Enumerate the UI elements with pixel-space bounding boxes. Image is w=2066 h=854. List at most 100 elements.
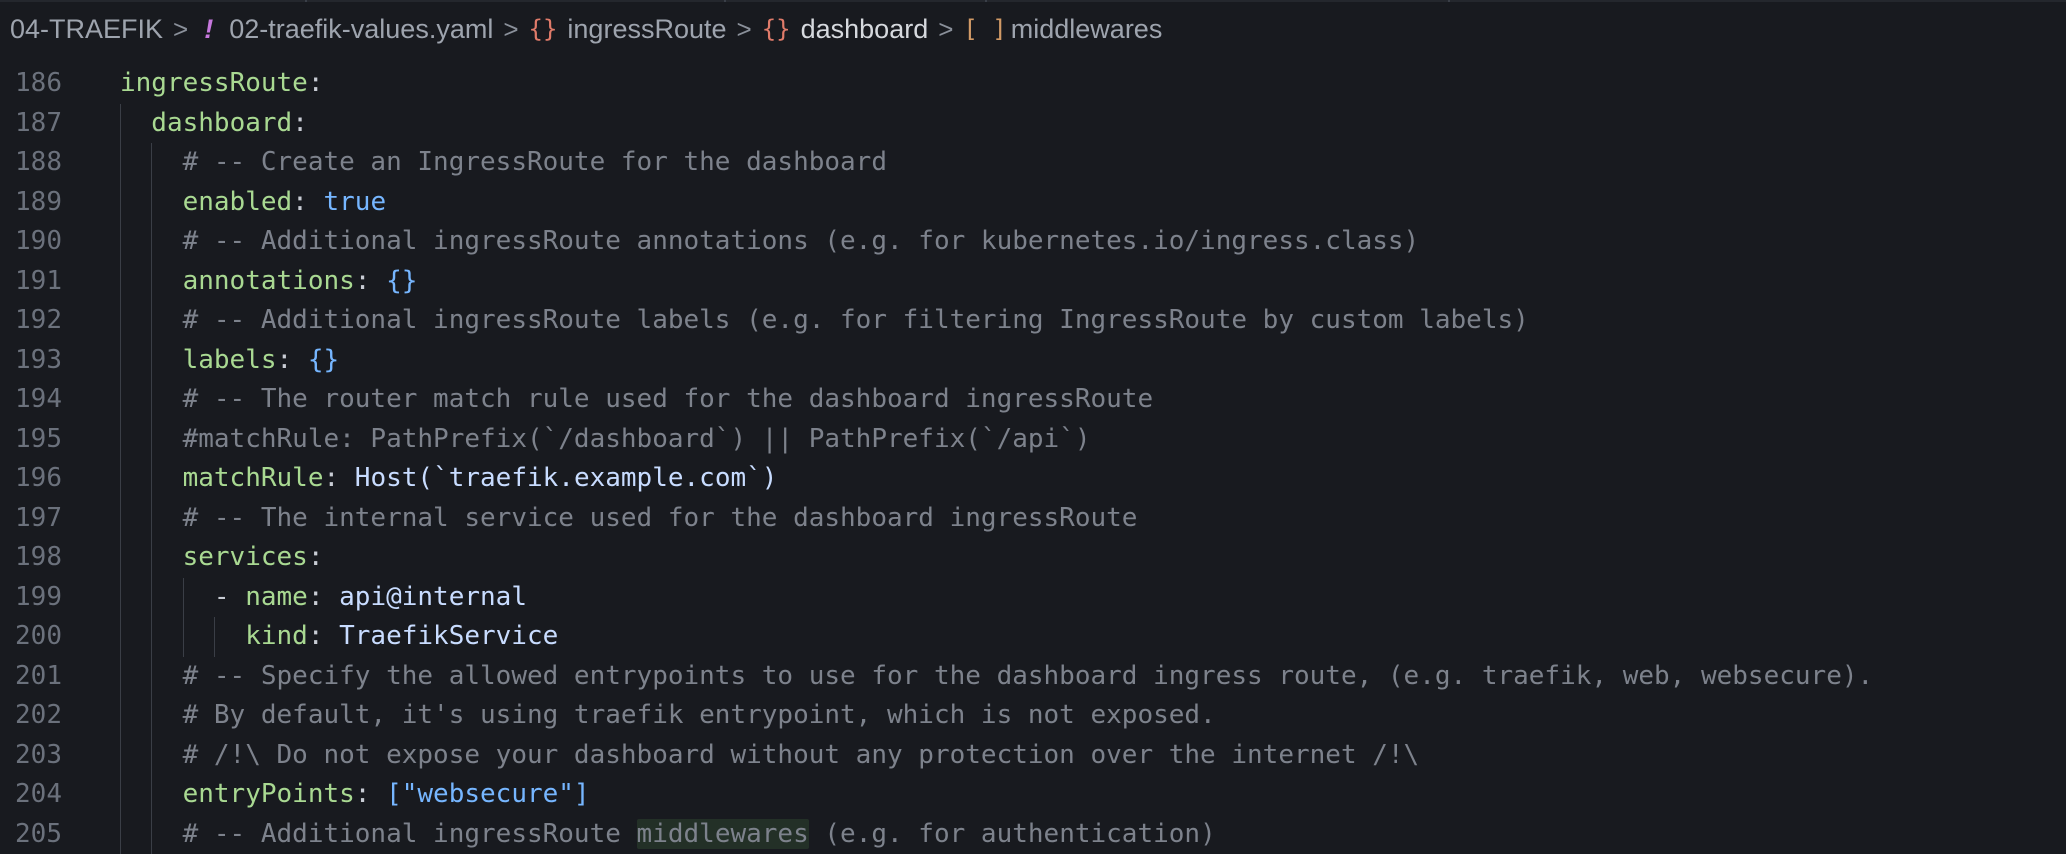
- indent-guide: [120, 459, 121, 499]
- token: # -- Additional ingressRoute labels (e.g…: [183, 305, 1529, 335]
- indent-guide: [120, 222, 121, 262]
- line-number: 197: [0, 499, 62, 539]
- breadcrumb-label: middlewares: [1011, 14, 1163, 45]
- indent-guide: [151, 183, 152, 223]
- line-number: 196: [0, 459, 62, 499]
- code-text: #matchRule: PathPrefix(`/dashboard`) || …: [183, 420, 1091, 460]
- code-line[interactable]: 187 dashboard:: [0, 104, 2066, 144]
- line-number: 204: [0, 775, 62, 815]
- indent-guide: [120, 183, 121, 223]
- line-number: 194: [0, 380, 62, 420]
- token: api@internal: [339, 582, 527, 612]
- object-icon: {}: [762, 15, 791, 43]
- line-number: 192: [0, 301, 62, 341]
- token: :: [355, 266, 386, 296]
- indent-guide: [151, 341, 152, 381]
- code-text: matchRule: Host(`traefik.example.com`): [183, 459, 778, 499]
- token: annotations: [183, 266, 355, 296]
- token: # -- The internal service used for the d…: [183, 503, 1138, 533]
- token: # -- Specify the allowed entrypoints to …: [183, 661, 1874, 691]
- token: :: [308, 582, 339, 612]
- indent-guide: [120, 499, 121, 539]
- indent-guide: [151, 262, 152, 302]
- indent-guide: [151, 696, 152, 736]
- token: Host(`traefik.example.com`): [355, 463, 778, 493]
- code-editor[interactable]: 186ingressRoute:187dashboard:188# -- Cre…: [0, 64, 2066, 854]
- indent-guide: [151, 459, 152, 499]
- indent-guide: [183, 617, 184, 657]
- code-line[interactable]: 203 # /!\ Do not expose your dashboard wi…: [0, 736, 2066, 776]
- code-text: # -- The router match rule used for the …: [183, 380, 1154, 420]
- code-line[interactable]: 196 matchRule: Host(`traefik.example.com`…: [0, 459, 2066, 499]
- token: (e.g. for authentication): [809, 819, 1216, 849]
- token: # -- Additional ingressRoute annotations…: [183, 226, 1420, 256]
- code-text: ingressRoute:: [120, 64, 324, 104]
- code-line[interactable]: 199- name: api@internal: [0, 578, 2066, 618]
- indent-guide: [120, 696, 121, 736]
- indent-guide: [151, 420, 152, 460]
- indent-guide: [151, 617, 152, 657]
- code-line[interactable]: 204entryPoints: ["websecure"]: [0, 775, 2066, 815]
- code-text: dashboard:: [151, 104, 308, 144]
- code-line[interactable]: 186ingressRoute:: [0, 64, 2066, 104]
- token: # -- Additional ingressRoute: [183, 819, 637, 849]
- token: name: [245, 582, 308, 612]
- token: ["websecure"]: [386, 779, 590, 809]
- search-highlight: middlewares: [637, 819, 809, 849]
- code-line[interactable]: 189enabled: true: [0, 183, 2066, 223]
- token: # -- The router match rule used for the …: [183, 384, 1154, 414]
- code-line[interactable]: 197 # -- The internal service used for th…: [0, 499, 2066, 539]
- token: :: [292, 108, 308, 138]
- code-line[interactable]: 205 # -- Additional ingressRoute middlewa…: [0, 815, 2066, 854]
- code-text: # -- Additional ingressRoute labels (e.g…: [183, 301, 1529, 341]
- code-line[interactable]: 198services:: [0, 538, 2066, 578]
- breadcrumb-item-file[interactable]: ! 02-traefik-values.yaml: [198, 14, 493, 45]
- line-number: 198: [0, 538, 62, 578]
- breadcrumb: 04-TRAEFIK > ! 02-traefik-values.yaml > …: [0, 0, 2066, 58]
- token: # /!\ Do not expose your dashboard witho…: [183, 740, 1420, 770]
- token: #matchRule: PathPrefix(`/dashboard`) || …: [183, 424, 1091, 454]
- breadcrumb-item-dashboard[interactable]: {} dashboard: [762, 14, 929, 45]
- indent-guide: [151, 775, 152, 815]
- code-line[interactable]: 200kind: TraefikService: [0, 617, 2066, 657]
- indent-guide: [120, 657, 121, 697]
- breadcrumb-label: ingressRoute: [567, 14, 726, 45]
- line-number: 203: [0, 736, 62, 776]
- yaml-file-icon: !: [198, 14, 219, 45]
- code-line[interactable]: 192 # -- Additional ingressRoute labels (…: [0, 301, 2066, 341]
- line-number: 200: [0, 617, 62, 657]
- line-number: 187: [0, 104, 62, 144]
- breadcrumb-item-middlewares[interactable]: [ ] middlewares: [963, 14, 1162, 45]
- chevron-right-icon: >: [737, 14, 752, 45]
- array-icon: [ ]: [963, 15, 1006, 43]
- token: dashboard: [151, 108, 292, 138]
- indent-guide: [120, 815, 121, 854]
- line-number: 188: [0, 143, 62, 183]
- token: -: [214, 582, 245, 612]
- code-line[interactable]: 195#matchRule: PathPrefix(`/dashboard`) …: [0, 420, 2066, 460]
- indent-guide: [151, 222, 152, 262]
- code-text: # -- Additional ingressRoute annotations…: [183, 222, 1420, 262]
- token: :: [277, 345, 308, 375]
- code-line[interactable]: 188# -- Create an IngressRoute for the d…: [0, 143, 2066, 183]
- indent-guide: [151, 499, 152, 539]
- indent-guide: [151, 578, 152, 618]
- indent-guide: [120, 538, 121, 578]
- token: {}: [308, 345, 339, 375]
- code-line[interactable]: 194 # -- The router match rule used for t…: [0, 380, 2066, 420]
- indent-guide: [120, 262, 121, 302]
- code-line[interactable]: 191annotations: {}: [0, 262, 2066, 302]
- token: :: [308, 621, 339, 651]
- code-line[interactable]: 193labels: {}: [0, 341, 2066, 381]
- code-line[interactable]: 201# -- Specify the allowed entrypoints …: [0, 657, 2066, 697]
- breadcrumb-label: 02-traefik-values.yaml: [229, 14, 493, 45]
- indent-guide: [151, 538, 152, 578]
- code-line[interactable]: 190# -- Additional ingressRoute annotati…: [0, 222, 2066, 262]
- code-text: labels: {}: [183, 341, 340, 381]
- chevron-right-icon: >: [173, 14, 188, 45]
- breadcrumb-item-ingressroute[interactable]: {} ingressRoute: [529, 14, 727, 45]
- line-number: 205: [0, 815, 62, 854]
- code-line[interactable]: 202# By default, it's using traefik entr…: [0, 696, 2066, 736]
- token: {}: [386, 266, 417, 296]
- breadcrumb-item-folder[interactable]: 04-TRAEFIK: [10, 14, 163, 45]
